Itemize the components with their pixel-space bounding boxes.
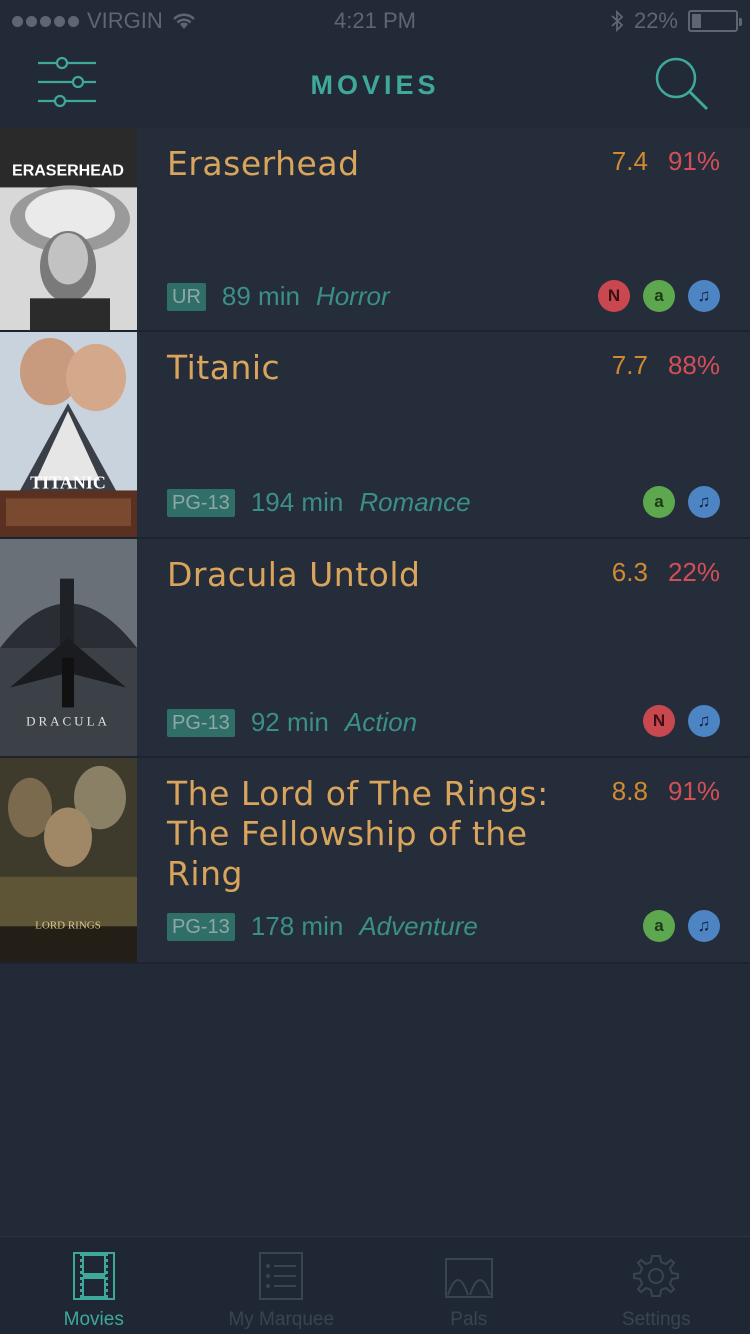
tab-label: Pals (450, 1309, 488, 1330)
battery-status: 22% (610, 8, 742, 34)
tab-my-marquee[interactable]: My Marquee (188, 1237, 376, 1334)
movie-genre: Adventure (359, 911, 478, 941)
imdb-score: 7.7 (611, 350, 648, 380)
mpaa-rating-badge: UR (167, 282, 206, 311)
amazon-icon[interactable]: a (643, 280, 675, 312)
movie-meta: PG-13 194 min Romance (167, 487, 471, 518)
movie-row[interactable]: DRACULA Dracula Untold 6.3 22% PG-13 92 … (0, 539, 750, 758)
tab-label: Movies (63, 1309, 124, 1330)
gear-icon (633, 1255, 680, 1297)
page-title: MOVIES (310, 70, 440, 100)
film-icon (72, 1252, 115, 1300)
imdb-score: 8.8 (611, 776, 648, 806)
movie-row[interactable]: TITANIC Titanic 7.7 88% PG-13 194 min Ro… (0, 332, 750, 539)
movie-poster: TITANIC (0, 332, 137, 537)
tab-movies[interactable]: Movies (0, 1237, 188, 1334)
tab-label: Settings (621, 1309, 691, 1330)
movie-scores: 6.3 22% (612, 557, 720, 588)
movie-meta: PG-13 178 min Adventure (167, 911, 478, 942)
movie-runtime: 92 min (250, 707, 329, 737)
movie-genre: Romance (359, 487, 471, 517)
list-icon (259, 1252, 304, 1300)
battery-percent: 22% (633, 8, 678, 33)
movie-title: Eraserhead (167, 144, 360, 183)
movie-title: The Lord of The Rings: The Fellowship of… (167, 774, 549, 893)
rotten-tomatoes-score: 22% (667, 557, 720, 587)
svg-text:TITANIC: TITANIC (30, 473, 106, 493)
movie-poster: DRACULA (0, 539, 137, 756)
amazon-icon[interactable]: a (643, 910, 675, 942)
bluetooth-icon (611, 10, 624, 32)
pals-icon (444, 1258, 493, 1298)
itunes-icon[interactable]: ♫ (688, 280, 720, 312)
streaming-providers: N ♫ (643, 705, 720, 737)
movie-runtime: 178 min (250, 911, 344, 941)
movie-scores: 7.7 88% (612, 350, 720, 381)
movie-scores: 7.4 91% (612, 146, 720, 177)
status-bar: VIRGIN 4:21 PM 22% (0, 0, 750, 40)
imdb-score: 7.4 (611, 146, 648, 176)
movie-title: Titanic (167, 348, 281, 387)
movie-row[interactable]: LORD RINGS The Lord of The Rings: The Fe… (0, 758, 750, 964)
movie-runtime: 194 min (250, 487, 344, 517)
nav-bar: MOVIES (0, 40, 750, 128)
streaming-providers: a ♫ (643, 910, 720, 942)
streaming-providers: N a ♫ (598, 280, 720, 312)
search-icon[interactable] (652, 54, 712, 114)
movie-genre: Horror (315, 281, 390, 311)
itunes-icon[interactable]: ♫ (688, 705, 720, 737)
netflix-icon[interactable]: N (643, 705, 675, 737)
movie-meta: PG-13 92 min Action (167, 707, 417, 738)
movie-title: Dracula Untold (167, 555, 421, 594)
tab-settings[interactable]: Settings (563, 1237, 750, 1334)
rotten-tomatoes-score: 91% (667, 146, 720, 176)
svg-text:DRACULA: DRACULA (26, 713, 110, 728)
movie-scores: 8.8 91% (612, 776, 720, 807)
mpaa-rating-badge: PG-13 (167, 912, 235, 941)
movie-meta: UR 89 min Horror (167, 281, 390, 312)
itunes-icon[interactable]: ♫ (688, 910, 720, 942)
movie-genre: Action (344, 707, 418, 737)
streaming-providers: a ♫ (643, 486, 720, 518)
mpaa-rating-badge: PG-13 (167, 708, 235, 737)
movie-runtime: 89 min (221, 281, 300, 311)
rotten-tomatoes-score: 88% (667, 350, 720, 380)
rotten-tomatoes-score: 91% (667, 776, 720, 806)
imdb-score: 6.3 (611, 557, 648, 587)
tab-label: My Marquee (228, 1309, 335, 1330)
movie-poster: LORD RINGS (0, 758, 137, 962)
tab-pals[interactable]: Pals (375, 1237, 563, 1334)
tab-bar: Movies My Marquee Pals Settings (0, 1236, 750, 1334)
battery-icon (688, 10, 742, 32)
amazon-icon[interactable]: a (643, 486, 675, 518)
mpaa-rating-badge: PG-13 (167, 488, 235, 517)
netflix-icon[interactable]: N (598, 280, 630, 312)
itunes-icon[interactable]: ♫ (688, 486, 720, 518)
movie-row[interactable]: ERASERHEAD Eraserhead 7.4 91% UR 89 min … (0, 128, 750, 332)
svg-text:ERASERHEAD: ERASERHEAD (12, 163, 124, 180)
movie-list: ERASERHEAD Eraserhead 7.4 91% UR 89 min … (0, 128, 750, 964)
movie-poster: ERASERHEAD (0, 128, 137, 330)
svg-text:LORD RINGS: LORD RINGS (35, 919, 101, 931)
